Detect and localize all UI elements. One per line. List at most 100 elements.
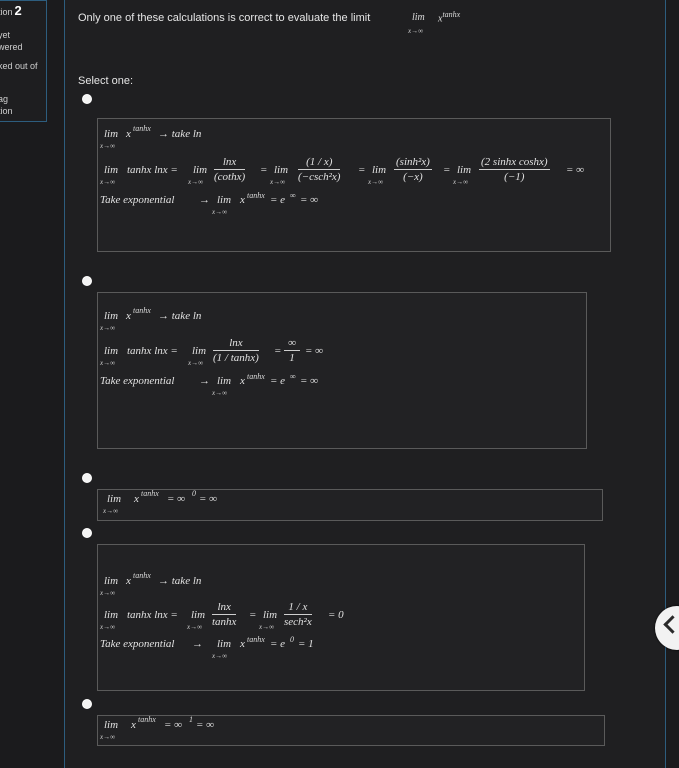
expression: tanhx lnx = [127,345,178,357]
arrow: → [199,194,210,206]
fraction: 1 / x sech²x [284,601,312,628]
result-exp: 0 [192,489,196,498]
result: = ∞ [566,164,585,176]
option-4-radio[interactable] [82,528,92,538]
limit-sub: x→∞ [187,623,203,631]
expression: tanhx lnx = [127,609,178,621]
step-text: → take ln [158,128,202,140]
equals-sign: = [358,164,366,176]
step-text: Take exponential [100,638,175,650]
chevron-left-icon [663,615,679,634]
equals-sign: = [443,164,451,176]
limit-sub: x→∞ [453,178,469,186]
result-exp: ∞ [290,191,296,200]
question-text: Only one of these calculations is correc… [78,12,371,24]
result: = e [270,194,286,206]
limit-sub: x→∞ [100,178,116,186]
power-exp: tanhx [133,571,151,580]
limit-sub: x→∞ [100,359,116,367]
limit-sub: x→∞ [100,324,116,332]
limit-label: lim [191,609,206,621]
question-info-panel: tion2 yet wered ked out of ag tion [0,0,47,122]
select-one-label: Select one: [78,75,134,87]
option-2-radio[interactable] [82,276,92,286]
result-exp: ∞ [290,372,296,381]
equals-sign: = [260,164,268,176]
limit-sub: x→∞ [188,178,204,186]
limit-label: lim [104,164,119,176]
equals-sign: = [274,345,282,357]
fraction: (1 / x) (−csch²x) [298,156,341,183]
result-exp: 0 [290,635,294,644]
option-1-radio[interactable] [82,94,92,104]
limit-label: lim [104,719,119,731]
fraction: (sinh²x) (−x) [394,156,432,183]
limit-sub: x→∞ [368,178,384,186]
question-power: xtanhx [438,10,461,25]
fraction: lnx tanhx [212,601,237,628]
step-text: Take exponential [100,375,175,387]
fraction: lnx (1 / tanhx) [213,337,259,364]
power-base: x [126,575,131,587]
limit-label: lim [104,128,119,140]
step-text: → take ln [158,575,202,587]
limit-sub: x→∞ [259,623,275,631]
result: = 1 [298,638,314,650]
power-base: x [240,375,245,387]
limit-label: lim [104,609,119,621]
limit-sub: x→∞ [100,142,116,150]
limit-label: lim [217,194,232,206]
power-base: x [134,493,139,505]
question-limit: lim [412,12,425,23]
limit-label: lim [107,493,122,505]
arrow: → [192,638,203,650]
status-line: wered [0,42,23,52]
limit-label: lim [372,164,387,176]
limit-sub: x→∞ [103,507,119,515]
option-5-radio[interactable] [82,699,92,709]
flag-question-link[interactable]: ag [0,93,8,105]
power-base: x [240,194,245,206]
result: = ∞ [300,194,319,206]
limit-sub: x→∞ [212,652,228,660]
limit-sub: x→∞ [100,623,116,631]
result: = ∞ [305,345,324,357]
question-number: 2 [14,3,22,18]
limit-label: lim [274,164,289,176]
fraction: (2 sinhx coshx) (−1) [479,156,550,183]
status-line: yet [0,30,11,40]
power-exp: tanhx [133,124,151,133]
limit-label: lim [457,164,472,176]
power-base: x [126,128,131,140]
power-exp: tanhx [133,306,151,315]
power-exp: tanhx [247,635,265,644]
result: = ∞ [300,375,319,387]
result: = ∞ [164,719,183,731]
limit-sub: x→∞ [100,733,116,741]
result: = 0 [328,609,344,621]
limit-sub: x→∞ [212,208,228,216]
limit-label: lim [193,164,208,176]
option-3-radio[interactable] [82,473,92,483]
limit-label: lim [104,575,119,587]
limit-label: lim [104,345,119,357]
limit-sub: x→∞ [100,589,116,597]
step-text: → take ln [158,310,202,322]
question-limit-sub: x→∞ [408,27,424,35]
result: = ∞ [196,719,215,731]
power-exp: tanhx [141,489,159,498]
marks-label: ked out of [0,61,38,71]
limit-label: lim [217,375,232,387]
equals-sign: = [249,609,257,621]
power-exp: tanhx [247,372,265,381]
fraction: ∞ 1 [284,337,300,364]
result: = e [270,638,286,650]
power-base: x [126,310,131,322]
expression: tanhx lnx = [127,164,178,176]
flag-question-link[interactable]: tion [0,105,13,117]
result: = ∞ [167,493,186,505]
limit-label: lim [217,638,232,650]
power-exp: tanhx [138,715,156,724]
question-number-label: tion2 [0,3,22,18]
power-base: x [240,638,245,650]
